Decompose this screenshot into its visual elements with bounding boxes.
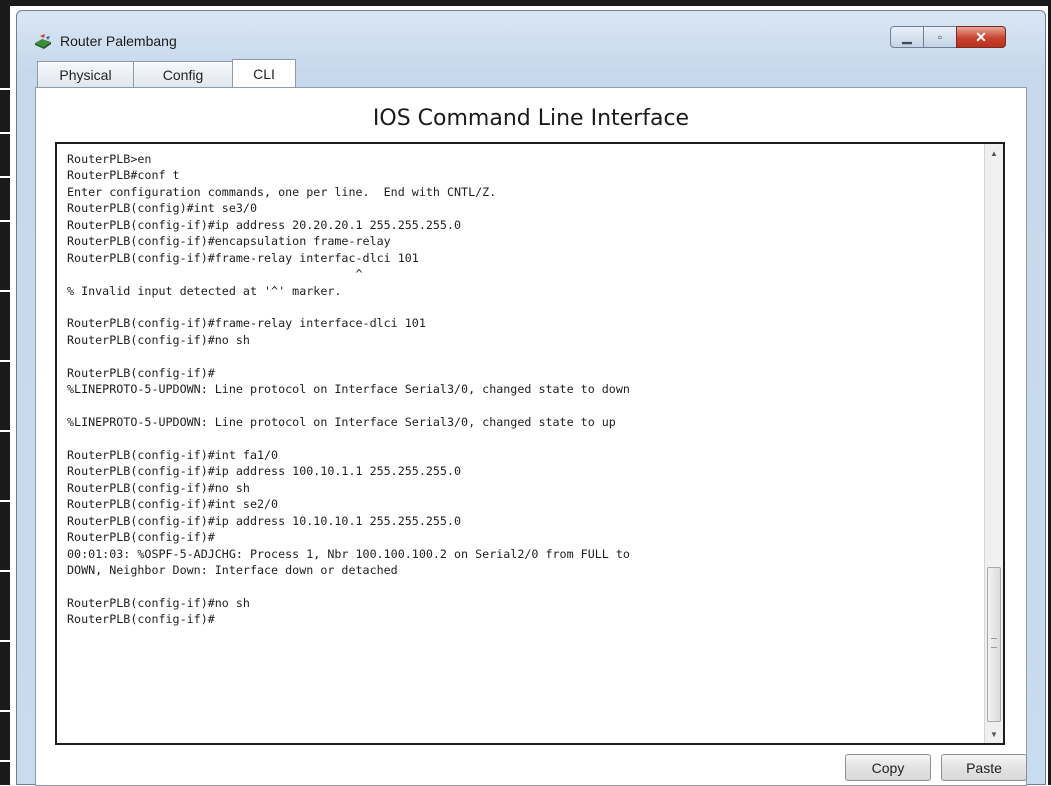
window-title: Router Palembang [60,33,177,49]
copy-button[interactable]: Copy [845,754,931,781]
terminal-line: RouterPLB(config-if)#no sh [67,332,250,347]
maximize-button[interactable]: ▫ [923,26,957,48]
terminal-line: RouterPLB(config-if)#frame-relay interfa… [67,250,419,265]
terminal-line: Enter configuration commands, one per li… [67,184,497,199]
terminal-output[interactable]: RouterPLB>en RouterPLB#conf t Enter config… [67,151,973,741]
terminal-line: RouterPLB(config-if)#int fa1/0 [67,447,279,462]
terminal-line: RouterPLB(config-if)#int se2/0 [67,497,279,512]
terminal-line: RouterPLB(config-if)#encapsulation frame… [67,234,391,249]
router-icon [35,34,51,49]
terminal-line: DOWN, Neighbor Down: Interface down or d… [67,562,398,577]
terminal-line: RouterPLB(config-if)# [67,365,215,380]
terminal-line: RouterPLB(config-if)#no sh [67,480,250,495]
cli-panel: IOS Command Line Interface RouterPLB>en R… [35,87,1027,786]
tab-physical[interactable]: Physical [37,61,134,87]
terminal-line: %LINEPROTO-5-UPDOWN: Line protocol on In… [67,415,616,429]
page-title: IOS Command Line Interface [372,106,690,131]
terminal-line: RouterPLB(config-if)# [67,612,215,627]
terminal-scrollbar[interactable]: ▲ ▼ [984,144,1003,743]
terminal-line: RouterPLB(config-if)# [67,530,215,545]
terminal-line: RouterPLB(config-if)#ip address 20.20.20… [67,217,462,232]
scrollbar-thumb[interactable] [987,567,1001,722]
terminal-line: 00:01:03: %OSPF-5-ADJCHG: Process 1, Nbr… [67,546,630,561]
maximize-icon: ▫ [937,30,943,44]
terminal-line: RouterPLB(config-if)#frame-relay interfa… [67,316,426,331]
router-window: Router Palembang ▁ ▫ ✕ Physical Config C… [16,10,1046,786]
title-bar[interactable]: Router Palembang ▁ ▫ ✕ [17,11,1045,59]
terminal-line: RouterPLB#conf t [67,168,180,183]
grip-icon [991,638,997,648]
cli-terminal[interactable]: RouterPLB>en RouterPLB#conf t Enter config… [55,142,1005,745]
screenshot-border-top [0,0,1051,6]
close-icon: ✕ [975,28,987,45]
screenshot-border-left [0,0,12,785]
tab-cli[interactable]: CLI [232,59,296,87]
terminal-line: RouterPLB(config)#int se3/0 [67,201,257,216]
close-button[interactable]: ✕ [956,26,1006,48]
terminal-line: % Invalid input detected at '^' marker. [67,283,342,298]
terminal-line: RouterPLB(config-if)#no sh [67,595,250,610]
terminal-line: RouterPLB(config-if)#ip address 10.10.10… [67,513,462,528]
paste-button[interactable]: Paste [941,754,1027,781]
minimize-icon: ▁ [902,30,912,44]
terminal-line: RouterPLB>en [67,152,152,166]
terminal-line: RouterPLB(config-if)#ip address 100.10.1… [67,464,462,479]
tab-config[interactable]: Config [133,61,233,87]
scroll-up-icon[interactable]: ▲ [985,144,1003,162]
terminal-line: %LINEPROTO-5-UPDOWN: Line protocol on In… [67,382,630,397]
scroll-down-icon[interactable]: ▼ [985,725,1003,743]
terminal-line: ^ [67,267,363,282]
minimize-button[interactable]: ▁ [890,26,924,48]
